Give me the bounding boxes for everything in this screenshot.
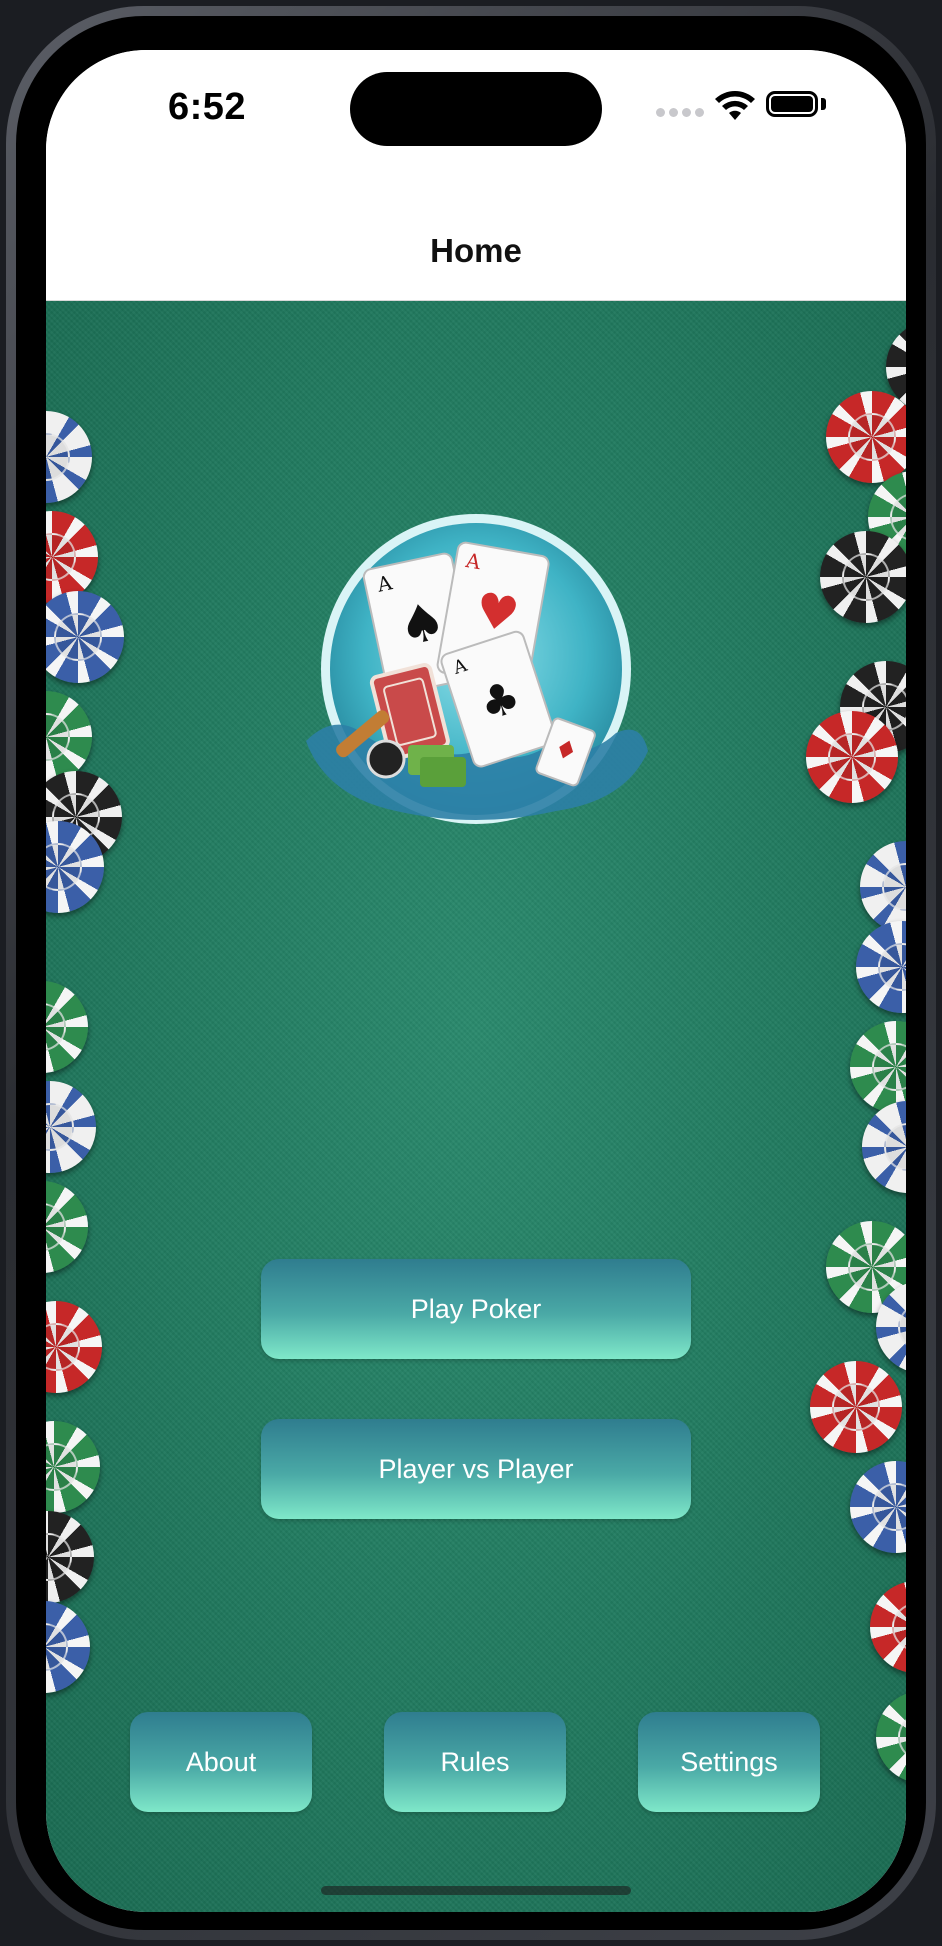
poker-chip-icon [46, 1181, 88, 1273]
status-time: 6:52 [168, 86, 247, 128]
poker-chip-icon [860, 841, 906, 933]
poker-table-background: A ♠ A ♥ A ♣ ♦ Play Poker Player vs Playe… [46, 301, 906, 1912]
poker-chip-icon [870, 1581, 906, 1673]
settings-button[interactable]: Settings [638, 1712, 820, 1812]
poker-chip-icon [850, 1461, 906, 1553]
poker-chip-icon [46, 981, 88, 1073]
poker-chip-icon [856, 921, 906, 1013]
poker-chip-icon [876, 1691, 906, 1783]
poker-chip-icon [46, 691, 92, 783]
status-bar: 6:52 [46, 50, 906, 210]
poker-chip-icon [46, 1601, 90, 1693]
cellular-signal-icon [656, 108, 706, 118]
poker-chip-icon [810, 1361, 902, 1453]
dynamic-island [350, 72, 602, 146]
poker-chip-icon [806, 711, 898, 803]
poker-chip-icon [46, 1421, 100, 1513]
battery-icon [766, 91, 818, 117]
poker-chip-icon [850, 1021, 906, 1113]
play-poker-button[interactable]: Play Poker [261, 1259, 691, 1359]
rules-button[interactable]: Rules [384, 1712, 566, 1812]
wifi-icon [715, 91, 755, 120]
battery-tip [821, 98, 826, 110]
poker-chip-icon [46, 591, 124, 683]
about-button[interactable]: About [130, 1712, 312, 1812]
phone-screen: 6:52 Home A ♠ A ♥ A ♣ ♦ Play Poker Playe… [46, 50, 906, 1912]
player-vs-player-button[interactable]: Player vs Player [261, 1419, 691, 1519]
poker-chip-icon [46, 1081, 96, 1173]
poker-chip-icon [46, 411, 92, 503]
page-title: Home [430, 232, 522, 269]
right-chip-border [786, 301, 906, 1912]
left-chip-border [46, 301, 166, 1912]
poker-chip-icon [46, 1301, 102, 1393]
home-indicator[interactable] [321, 1886, 631, 1895]
poker-chip-icon [826, 391, 906, 483]
poker-chip-icon [862, 1101, 906, 1193]
poker-chip-icon [46, 511, 98, 603]
navigation-bar: Home [46, 210, 906, 301]
poker-chip-icon [820, 531, 906, 623]
poker-chip-icon [46, 1511, 94, 1603]
poker-logo-icon: A ♠ A ♥ A ♣ ♦ [306, 514, 648, 824]
